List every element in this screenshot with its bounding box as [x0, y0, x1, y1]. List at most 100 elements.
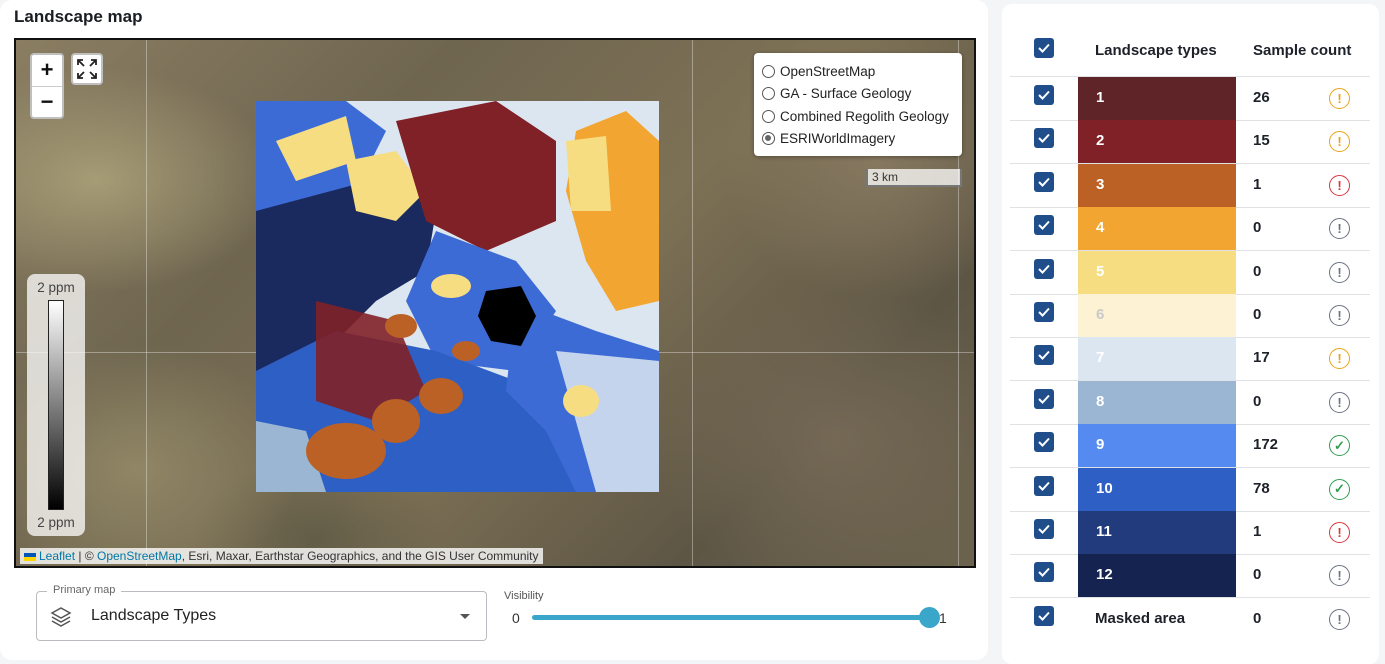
check-icon — [1038, 394, 1050, 404]
radio-button[interactable] — [762, 132, 775, 146]
landscape-type-swatch: 4 — [1078, 207, 1236, 251]
check-icon — [1038, 438, 1050, 448]
visibility-label: Visibility — [504, 590, 544, 602]
map-graticule — [146, 40, 147, 566]
openstreetmap-link[interactable]: OpenStreetMap — [97, 549, 182, 563]
landscape-type-swatch: 1 — [1078, 77, 1236, 120]
check-icon — [1038, 568, 1050, 578]
landscape-type-label: 3 — [1096, 175, 1105, 193]
landscape-type-swatch: 5 — [1078, 250, 1236, 294]
visibility-slider-track[interactable] — [532, 615, 930, 620]
row-checkbox[interactable] — [1034, 432, 1054, 453]
check-icon — [1038, 611, 1050, 621]
check-circle-icon: ✓ — [1329, 478, 1350, 500]
landscape-type-swatch: 6 — [1078, 294, 1236, 337]
sample-count: 0 — [1253, 566, 1262, 584]
check-icon — [1038, 177, 1050, 187]
sample-count: 78 — [1253, 479, 1270, 497]
row-checkbox[interactable] — [1034, 605, 1054, 626]
landscape-raster-overlay — [256, 101, 659, 492]
landscape-type-swatch: 8 — [1078, 380, 1236, 424]
radio-button[interactable] — [762, 87, 775, 101]
select-all-checkbox[interactable] — [1034, 38, 1054, 58]
row-checkbox[interactable] — [1034, 562, 1054, 583]
landscape-type-label: 1 — [1096, 89, 1105, 106]
row-checkbox[interactable] — [1034, 258, 1054, 279]
basemap-option-regolith-geology[interactable]: Combined Regolith Geology — [762, 105, 954, 128]
check-icon — [1038, 134, 1050, 144]
page-title: Landscape map — [14, 7, 143, 26]
primary-map-value: Landscape Types — [91, 607, 217, 624]
landscape-type-label: 11 — [1096, 523, 1112, 540]
basemap-option-openstreetmap[interactable]: OpenStreetMap — [762, 60, 954, 83]
check-icon — [1038, 481, 1050, 491]
fullscreen-button[interactable] — [71, 53, 103, 85]
attribution-separator: | © — [75, 549, 97, 563]
column-header-sample-count: Sample count — [1253, 42, 1352, 59]
landscape-type-swatch: 2 — [1078, 120, 1236, 164]
column-header-landscape-types: Landscape types — [1095, 42, 1217, 59]
landscape-type-label: 6 — [1096, 306, 1105, 323]
landscape-type-swatch: 12 — [1078, 554, 1236, 598]
sample-count: 172 — [1253, 436, 1279, 454]
row-checkbox[interactable] — [1034, 302, 1054, 322]
landscape-type-label: 12 — [1096, 566, 1113, 584]
sample-count: 1 — [1253, 175, 1262, 193]
landscape-type-label: 2 — [1096, 132, 1105, 150]
basemap-option-esri-imagery[interactable]: ESRIWorldImagery — [762, 128, 954, 151]
primary-map-select[interactable]: Landscape Types — [36, 591, 487, 641]
map-graticule — [692, 40, 693, 566]
layers-icon — [49, 605, 73, 634]
landscape-type-swatch: 7 — [1078, 337, 1236, 381]
zoom-out-button[interactable]: − — [32, 86, 62, 117]
radio-button[interactable] — [762, 109, 775, 123]
zoom-control: + − — [30, 53, 64, 119]
ukraine-flag-icon — [24, 552, 36, 561]
row-checkbox[interactable] — [1034, 171, 1054, 192]
landscape-type-swatch: 9 — [1078, 424, 1236, 468]
radio-button[interactable] — [762, 64, 775, 78]
check-icon — [1038, 307, 1050, 317]
alert-circle-icon: ! — [1329, 608, 1350, 630]
landscape-map[interactable]: + − OpenStreetMap GA - Surface Geology C… — [14, 38, 976, 568]
legend-gradient-bar — [48, 300, 64, 510]
row-checkbox[interactable] — [1034, 215, 1054, 236]
map-scale-bar: 3 km — [866, 169, 962, 187]
check-icon — [1038, 264, 1050, 274]
basemap-label: ESRIWorldImagery — [780, 131, 896, 147]
sample-count: 1 — [1253, 523, 1262, 540]
sample-count: 26 — [1253, 89, 1270, 106]
primary-map-label: Primary map — [47, 584, 122, 596]
row-checkbox[interactable] — [1034, 475, 1054, 496]
row-checkbox[interactable] — [1034, 85, 1054, 105]
check-icon — [1038, 90, 1050, 100]
row-divider — [1010, 597, 1370, 599]
legend-max-label: 2 ppm — [37, 280, 75, 295]
legend-min-label: 2 ppm — [37, 515, 75, 530]
basemap-option-surface-geology[interactable]: GA - Surface Geology — [762, 83, 954, 106]
alert-circle-icon: ! — [1329, 261, 1350, 283]
check-icon — [1038, 221, 1050, 231]
attribution-text: , Esri, Maxar, Earthstar Geographics, an… — [181, 549, 539, 563]
sample-count: 0 — [1253, 306, 1262, 323]
alert-circle-icon: ! — [1329, 391, 1350, 413]
row-checkbox[interactable] — [1034, 345, 1054, 366]
visibility-max-label: 1 — [939, 610, 947, 626]
basemap-layer-control: OpenStreetMap GA - Surface Geology Combi… — [754, 53, 962, 156]
row-checkbox[interactable] — [1034, 388, 1054, 409]
basemap-label: Combined Regolith Geology — [780, 108, 949, 124]
sample-count: 17 — [1253, 349, 1270, 367]
landscape-type-label: 4 — [1096, 219, 1105, 237]
basemap-label: OpenStreetMap — [780, 63, 876, 79]
row-checkbox[interactable] — [1034, 519, 1054, 539]
visibility-slider-thumb[interactable] — [919, 607, 940, 628]
fullscreen-icon — [77, 59, 97, 79]
row-checkbox[interactable] — [1034, 128, 1054, 149]
leaflet-link[interactable]: Leaflet — [39, 549, 75, 563]
landscape-type-swatch: 10 — [1078, 467, 1236, 511]
chevron-down-icon[interactable] — [460, 614, 470, 619]
check-icon — [1038, 43, 1050, 53]
landscape-type-label: 9 — [1096, 436, 1105, 454]
sample-count: 0 — [1253, 262, 1262, 280]
zoom-in-button[interactable]: + — [32, 55, 62, 86]
